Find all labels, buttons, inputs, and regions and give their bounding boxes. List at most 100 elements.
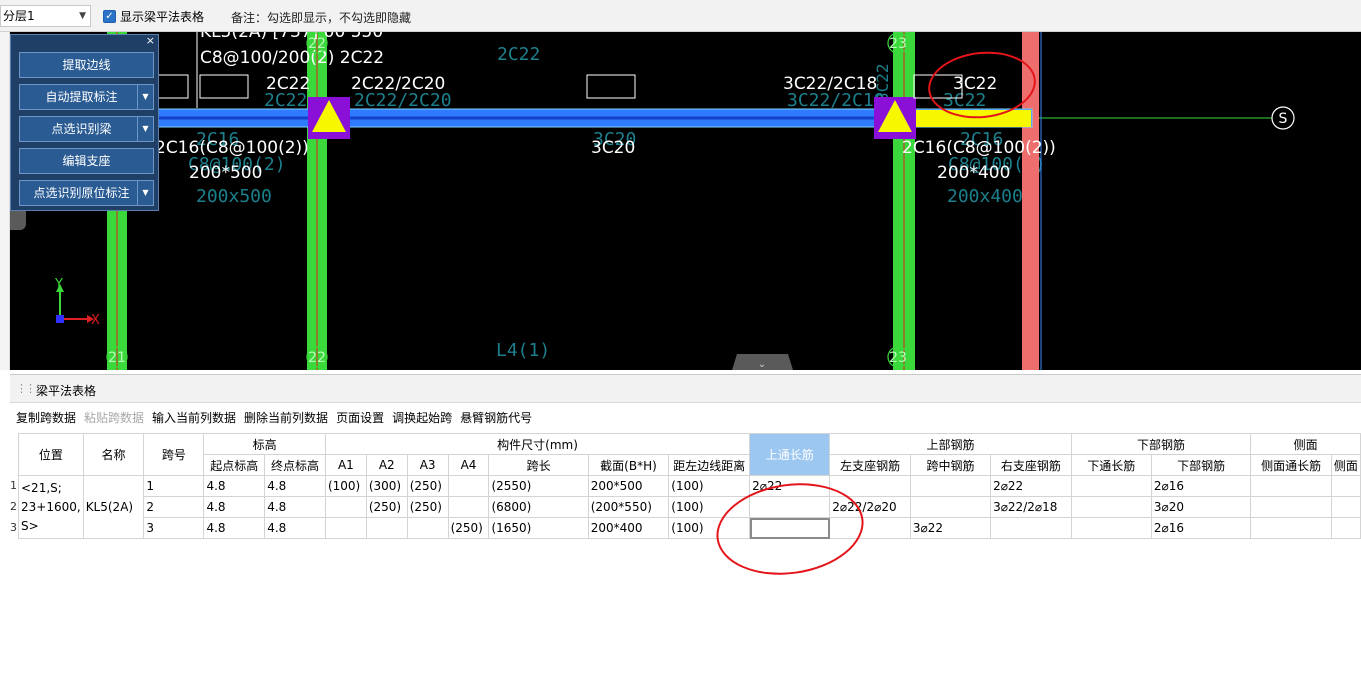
header-component-size[interactable]: 构件尺寸(mm) [324,433,751,455]
extract-edge-button[interactable]: 提取边线 [19,52,154,78]
auto-extract-annotation-button[interactable]: 自动提取标注 ▼ [19,84,154,110]
cell-section[interactable]: 200*400 [587,517,670,539]
close-icon[interactable]: × [146,34,155,47]
cell-end-elevation[interactable]: 4.8 [264,496,326,518]
cell-left-offset[interactable]: (100) [668,475,751,497]
header-a3[interactable]: A3 [406,454,449,476]
header-a4[interactable]: A4 [447,454,490,476]
row-number: 2 [10,500,17,513]
cell-side-cut[interactable] [1330,496,1361,518]
header-left-offset[interactable]: 距左边线距离 [668,454,751,476]
header-right-support-rebar[interactable]: 右支座钢筋 [990,454,1072,476]
input-column-data-button[interactable]: 输入当前列数据 [152,409,236,427]
cell-right-support-rebar[interactable]: 3⌀22/2⌀18 [990,496,1072,518]
cell-right-support-rebar[interactable] [990,517,1072,539]
cell-span[interactable]: 3 [143,517,205,539]
cell-section[interactable]: (200*550) [587,496,670,518]
header-bottom-through-rebar[interactable]: 下通长筋 [1070,454,1152,476]
pick-identify-in-situ-annotation-button[interactable]: 点选识别原位标注 ▼ [19,180,154,206]
pick-identify-beam-button[interactable]: 点选识别梁 ▼ [19,116,154,142]
header-side[interactable]: 侧面 [1250,433,1361,455]
axis-label-bottom: 21 [108,350,126,366]
header-position[interactable]: 位置 [18,433,84,476]
cell-a2[interactable]: (250) [365,496,408,518]
header-name[interactable]: 名称 [82,433,145,476]
header-top-rebar[interactable]: 上部钢筋 [829,433,1072,455]
cell-bottom-rebar[interactable]: 2⌀16 [1150,475,1252,497]
cell-position[interactable]: <21,S; 23+1600, S> [18,475,84,539]
drag-handle-icon[interactable]: ⋮⋮ [16,382,36,395]
cell-a2[interactable] [365,517,408,539]
cell-side-cut[interactable] [1330,475,1361,497]
header-section[interactable]: 截面(B*H) [587,454,670,476]
cell-span-length[interactable]: (6800) [488,496,589,518]
show-table-checkbox[interactable]: ✓ 显示梁平法表格 [103,8,204,25]
dropdown-arrow-icon[interactable]: ▼ [137,181,153,205]
header-span-length[interactable]: 跨长 [488,454,589,476]
cell-a3[interactable]: (250) [406,496,449,518]
cell-bottom-through-rebar[interactable] [1070,496,1152,518]
cell-start-elevation[interactable]: 4.8 [203,517,266,539]
cell-a2[interactable]: (300) [365,475,408,497]
cell-span[interactable]: 2 [143,496,205,518]
cell-end-elevation[interactable]: 4.8 [264,517,326,539]
cell-a1[interactable] [324,496,367,518]
header-side-cut[interactable]: 侧面 [1330,454,1361,476]
cell-bottom-rebar[interactable]: 2⌀16 [1150,517,1252,539]
header-bottom-rebar-group[interactable]: 下部钢筋 [1070,433,1252,455]
cell-bottom-through-rebar[interactable] [1070,475,1152,497]
cell-start-elevation[interactable]: 4.8 [203,475,266,497]
paste-span-data-button[interactable]: 粘贴跨数据 [84,409,144,427]
dropdown-arrow-icon[interactable]: ▼ [137,85,153,109]
swap-start-span-button[interactable]: 调换起始跨 [392,409,452,427]
header-a2[interactable]: A2 [365,454,408,476]
header-top-through-rebar[interactable]: 上通长筋 [749,433,831,476]
cell-bottom-through-rebar[interactable] [1070,517,1152,539]
cell-a1[interactable] [324,517,367,539]
cell-mid-span-rebar[interactable]: 3⌀22 [909,517,992,539]
dropdown-arrow-icon[interactable]: ▼ [137,117,153,141]
cell-side-through-rebar[interactable] [1250,475,1332,497]
cell-name[interactable]: KL5(2A) [82,475,145,539]
header-side-through-rebar[interactable]: 侧面通长筋 [1250,454,1332,476]
cell-bottom-rebar[interactable]: 3⌀20 [1150,496,1252,518]
cell-section[interactable]: 200*500 [587,475,670,497]
cell-a4[interactable] [447,496,490,518]
cell-a1[interactable]: (100) [324,475,367,497]
row-number: 1 [10,479,17,492]
header-span-no[interactable]: 跨号 [143,433,205,476]
layer-dropdown[interactable]: 分层1 ▼ [0,5,91,27]
cell-a3[interactable]: (250) [406,475,449,497]
cell-right-support-rebar[interactable]: 2⌀22 [990,475,1072,497]
cantilever-rebar-code-button[interactable]: 悬臂钢筋代号 [460,409,532,427]
axis-label-bottom: 23 [889,350,907,366]
cell-a4[interactable] [447,475,490,497]
cell-a3[interactable] [406,517,449,539]
cad-canvas[interactable]: 2C22 2C22 2C22/2C20 3C22/2C18 3C22 2C16 … [10,32,1361,370]
cell-start-elevation[interactable]: 4.8 [203,496,266,518]
cell-a4[interactable]: (250) [447,517,490,539]
ucs-axis-icon: Y X [54,277,100,328]
cell-span[interactable]: 1 [143,475,205,497]
span2-bottom-rebar-label: 3C20 [591,138,635,158]
cell-side-cut[interactable] [1330,517,1361,539]
axis-label-bottom: 22 [308,350,326,366]
cell-mid-span-rebar[interactable] [909,496,992,518]
header-bottom-rebar[interactable]: 下部钢筋 [1150,454,1252,476]
cell-side-through-rebar[interactable] [1250,517,1332,539]
cell-span-length[interactable]: (2550) [488,475,589,497]
edit-support-button[interactable]: 编辑支座 [19,148,154,174]
header-end-elevation[interactable]: 终点标高 [264,454,326,476]
header-left-support-rebar[interactable]: 左支座钢筋 [829,454,911,476]
cell-span-length[interactable]: (1650) [488,517,589,539]
header-mid-span-rebar[interactable]: 跨中钢筋 [909,454,992,476]
header-a1[interactable]: A1 [324,454,367,476]
header-start-elevation[interactable]: 起点标高 [203,454,266,476]
cell-side-through-rebar[interactable] [1250,496,1332,518]
page-settings-button[interactable]: 页面设置 [336,409,384,427]
delete-column-data-button[interactable]: 删除当前列数据 [244,409,328,427]
cell-end-elevation[interactable]: 4.8 [264,475,326,497]
copy-span-data-button[interactable]: 复制跨数据 [16,409,76,427]
header-elevation[interactable]: 标高 [203,433,326,455]
cell-mid-span-rebar[interactable] [909,475,992,497]
